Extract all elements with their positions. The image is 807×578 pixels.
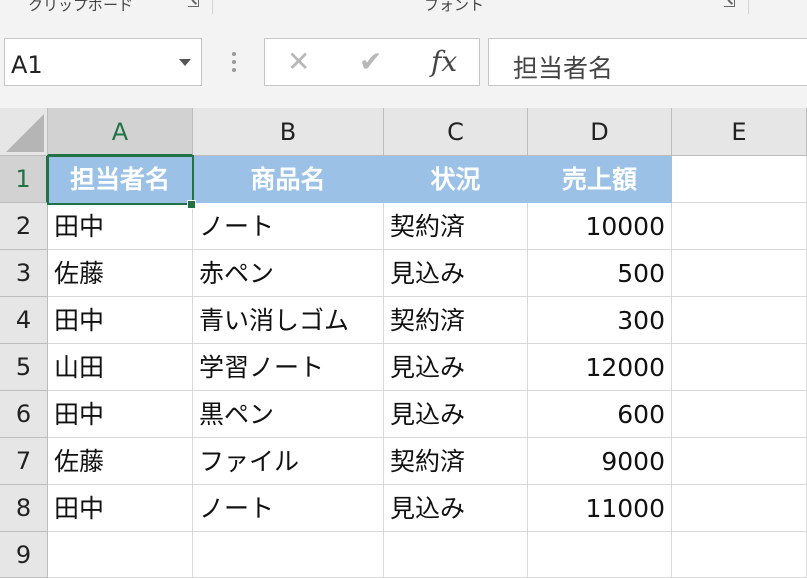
cell-b7[interactable]: ファイル [193,438,384,485]
group-separator [212,0,213,14]
cell-c9[interactable] [384,532,528,578]
cell-a6[interactable]: 田中 [48,391,193,438]
row-header-6[interactable]: 6 [0,391,48,438]
column-header-d[interactable]: D [528,108,672,156]
cell-e6[interactable] [672,391,807,438]
cell-b6[interactable]: 黒ペン [193,391,384,438]
cell-c5[interactable]: 見込み [384,344,528,391]
cell-e7[interactable] [672,438,807,485]
cell-a7[interactable]: 佐藤 [48,438,193,485]
checkmark-icon[interactable]: ✔ [359,45,382,78]
formula-buttons: ✕ ✔ fx [264,38,480,86]
row-header-1[interactable]: 1 [0,156,48,203]
formula-value: 担当者名 [513,54,614,83]
column-header-a[interactable]: A [48,108,193,156]
more-options-icon[interactable] [232,52,236,74]
cell-c7[interactable]: 契約済 [384,438,528,485]
cell-a8[interactable]: 田中 [48,485,193,532]
cell-b1[interactable]: 商品名 [193,156,384,203]
column-header-c[interactable]: C [384,108,528,156]
row-header-8[interactable]: 8 [0,485,48,532]
cell-a2[interactable]: 田中 [48,203,193,250]
cell-e2[interactable] [672,203,807,250]
cell-d8[interactable]: 11000 [528,485,672,532]
cell-e3[interactable] [672,250,807,297]
cell-c1[interactable]: 状況 [384,156,528,203]
cell-a3[interactable]: 佐藤 [48,250,193,297]
cell-c6[interactable]: 見込み [384,391,528,438]
formula-input[interactable]: 担当者名 [488,38,807,86]
formula-bar-area: A1 ✕ ✔ fx 担当者名 [0,22,807,108]
name-box-value: A1 [11,51,43,79]
cell-b2[interactable]: ノート [193,203,384,250]
fill-handle[interactable] [187,200,196,209]
cell-a5[interactable]: 山田 [48,344,193,391]
chevron-down-icon[interactable] [179,59,191,66]
row-header-2[interactable]: 2 [0,203,48,250]
cell-a1[interactable]: 担当者名 [48,156,193,203]
cell-c4[interactable]: 契約済 [384,297,528,344]
font-dialog-launcher-icon[interactable] [724,0,735,7]
cell-a9[interactable] [48,532,193,578]
cell-b8[interactable]: ノート [193,485,384,532]
insert-function-button[interactable]: fx [431,45,457,78]
cell-d1[interactable]: 売上額 [528,156,672,203]
column-header-e[interactable]: E [672,108,807,156]
name-box[interactable]: A1 [4,38,202,86]
cell-c3[interactable]: 見込み [384,250,528,297]
ribbon-group-font-label: フォント [424,0,485,14]
cell-c8[interactable]: 見込み [384,485,528,532]
ribbon-group-labels: クリップボード フォント [0,0,807,23]
row-header-4[interactable]: 4 [0,297,48,344]
group-separator [748,0,749,14]
cell-d4[interactable]: 300 [528,297,672,344]
cell-d5[interactable]: 12000 [528,344,672,391]
cell-a4[interactable]: 田中 [48,297,193,344]
row-header-7[interactable]: 7 [0,438,48,485]
row-header-3[interactable]: 3 [0,250,48,297]
row-header-9[interactable]: 9 [0,532,48,578]
cell-d6[interactable]: 600 [528,391,672,438]
cell-e9[interactable] [672,532,807,578]
select-all-button[interactable] [0,108,48,156]
ribbon-group-clipboard-label: クリップボード [28,0,134,14]
spreadsheet-grid: A B C D E 1 2 3 4 5 6 7 8 9 担当者名 商品名 状況 … [0,108,807,578]
cell-b5[interactable]: 学習ノート [193,344,384,391]
cell-e5[interactable] [672,344,807,391]
column-header-b[interactable]: B [193,108,384,156]
cell-c2[interactable]: 契約済 [384,203,528,250]
clipboard-dialog-launcher-icon[interactable] [188,0,199,7]
cell-d9[interactable] [528,532,672,578]
cell-d2[interactable]: 10000 [528,203,672,250]
cell-b9[interactable] [193,532,384,578]
row-header-5[interactable]: 5 [0,344,48,391]
cell-b4[interactable]: 青い消しゴム [193,297,384,344]
cell-d7[interactable]: 9000 [528,438,672,485]
cell-b3[interactable]: 赤ペン [193,250,384,297]
cell-d3[interactable]: 500 [528,250,672,297]
cell-e8[interactable] [672,485,807,532]
cell-e1[interactable] [672,156,807,203]
select-all-triangle-icon [6,114,44,152]
cell-e4[interactable] [672,297,807,344]
close-icon[interactable]: ✕ [287,45,310,78]
